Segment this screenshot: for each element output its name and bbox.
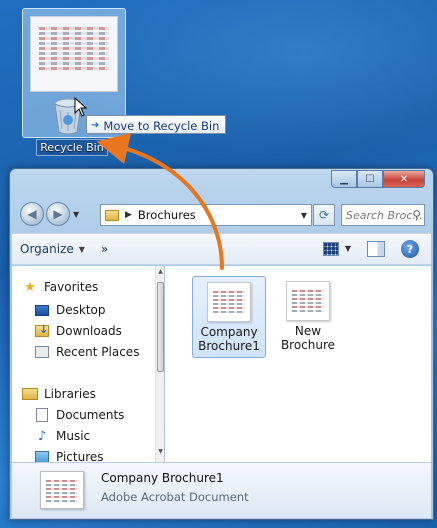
scroll-down-icon[interactable]: ▼ <box>156 448 165 460</box>
nav-downloads-label: Downloads <box>56 324 122 338</box>
recent-places-icon <box>35 346 49 358</box>
drag-ghost-thumbnail <box>30 16 118 92</box>
refresh-icon[interactable]: ⟳ <box>313 204 335 226</box>
nav-pictures[interactable]: Pictures <box>34 448 104 462</box>
views-dropdown-icon[interactable]: ▼ <box>345 244 351 253</box>
nav-libraries-label: Libraries <box>44 387 96 401</box>
views-icon[interactable] <box>323 242 339 256</box>
organize-label: Organize <box>20 242 74 256</box>
move-arrow-icon: ➜ <box>91 120 100 131</box>
address-folder[interactable]: Brochures <box>138 208 291 222</box>
maximize-icon[interactable]: ☐ <box>357 170 383 188</box>
details-file-type: Adobe Acrobat Document <box>101 490 249 504</box>
details-thumbnail-icon <box>40 471 84 509</box>
file-name-line2: Brochure1 <box>198 339 260 353</box>
navigation-row: ◀ ▶ ▼ ▶ Brochures ▼ ⟳ Search Broc... ⚲ <box>20 202 425 228</box>
nav-desktop[interactable]: Desktop <box>34 301 106 319</box>
downloads-icon <box>35 323 49 337</box>
libraries-icon <box>22 388 38 400</box>
preview-pane-icon[interactable] <box>367 241 385 257</box>
file-new-brochure[interactable]: New Brochure <box>271 276 345 358</box>
nav-favorites-label: Favorites <box>44 280 99 294</box>
file-name-line1: New <box>294 324 322 338</box>
nav-recent-places-label: Recent Places <box>56 345 140 359</box>
cursor-arrow-icon <box>74 97 88 117</box>
file-company-brochure1[interactable]: Company Brochure1 <box>192 276 266 358</box>
address-dropdown-icon[interactable]: ▼ <box>297 211 311 220</box>
navigation-scrollbar[interactable]: ▲ ▼ <box>155 266 164 462</box>
details-file-name: Company Brochure1 <box>101 471 224 485</box>
address-bar[interactable]: ▶ Brochures ▼ <box>100 204 312 226</box>
more-commands-button[interactable]: » <box>93 242 116 256</box>
window-controls: ▁ ☐ ✕ <box>331 170 425 188</box>
chevron-down-icon: ▼ <box>78 244 85 254</box>
file-list: Company Brochure1 New Brochure <box>165 266 431 462</box>
details-pane: Company Brochure1 Adobe Acrobat Document <box>12 462 431 518</box>
explorer-window: ▁ ☐ ✕ ◀ ▶ ▼ ▶ Brochures ▼ ⟳ Search Broc.… <box>9 168 434 520</box>
scrollbar-thumb[interactable] <box>157 282 164 372</box>
pdf-thumbnail-icon <box>286 281 330 321</box>
breadcrumb-separator-icon[interactable]: ▶ <box>125 210 132 220</box>
scroll-up-icon[interactable]: ▲ <box>156 268 165 280</box>
music-icon: ♪ <box>37 428 47 444</box>
minimize-icon[interactable]: ▁ <box>331 170 357 188</box>
nav-music[interactable]: ♪ Music <box>34 427 90 445</box>
more-commands-label: » <box>100 242 109 256</box>
nav-documents[interactable]: Documents <box>34 406 124 424</box>
close-icon[interactable]: ✕ <box>383 170 425 188</box>
search-input[interactable]: Search Broc... ⚲ <box>341 204 425 226</box>
nav-recent-places[interactable]: Recent Places <box>34 343 139 361</box>
nav-documents-label: Documents <box>56 408 125 422</box>
recent-pages-dropdown-icon[interactable]: ▼ <box>73 210 79 219</box>
pictures-icon <box>35 451 49 462</box>
command-bar: Organize ▼ » ▼ ? <box>12 233 431 265</box>
navigation-pane: ★ Favorites Desktop Downloads Recent Pla… <box>12 266 164 462</box>
star-icon: ★ <box>24 279 36 295</box>
back-icon[interactable]: ◀ <box>20 202 44 226</box>
file-name-line2: Brochure <box>280 338 336 352</box>
forward-icon[interactable]: ▶ <box>46 202 70 226</box>
nav-music-label: Music <box>56 429 91 443</box>
drag-tooltip: ➜ Move to Recycle Bin <box>86 115 227 134</box>
search-icon[interactable]: ⚲ <box>412 208 421 222</box>
nav-favorites[interactable]: ★ Favorites <box>22 278 98 296</box>
help-icon[interactable]: ? <box>401 240 419 258</box>
folder-icon <box>105 209 119 221</box>
nav-desktop-label: Desktop <box>56 303 106 317</box>
desktop-icon <box>35 304 49 316</box>
file-name-line1: Company <box>200 325 258 339</box>
nav-pictures-label: Pictures <box>56 450 104 462</box>
nav-libraries[interactable]: Libraries <box>22 385 96 403</box>
pdf-thumbnail-icon <box>207 282 251 322</box>
recycle-bin-label[interactable]: Recycle Bin <box>36 139 108 156</box>
documents-icon <box>36 408 48 422</box>
organize-button[interactable]: Organize ▼ <box>12 242 93 256</box>
nav-downloads[interactable]: Downloads <box>34 322 122 340</box>
drag-tooltip-text: Move to Recycle Bin <box>103 118 220 133</box>
